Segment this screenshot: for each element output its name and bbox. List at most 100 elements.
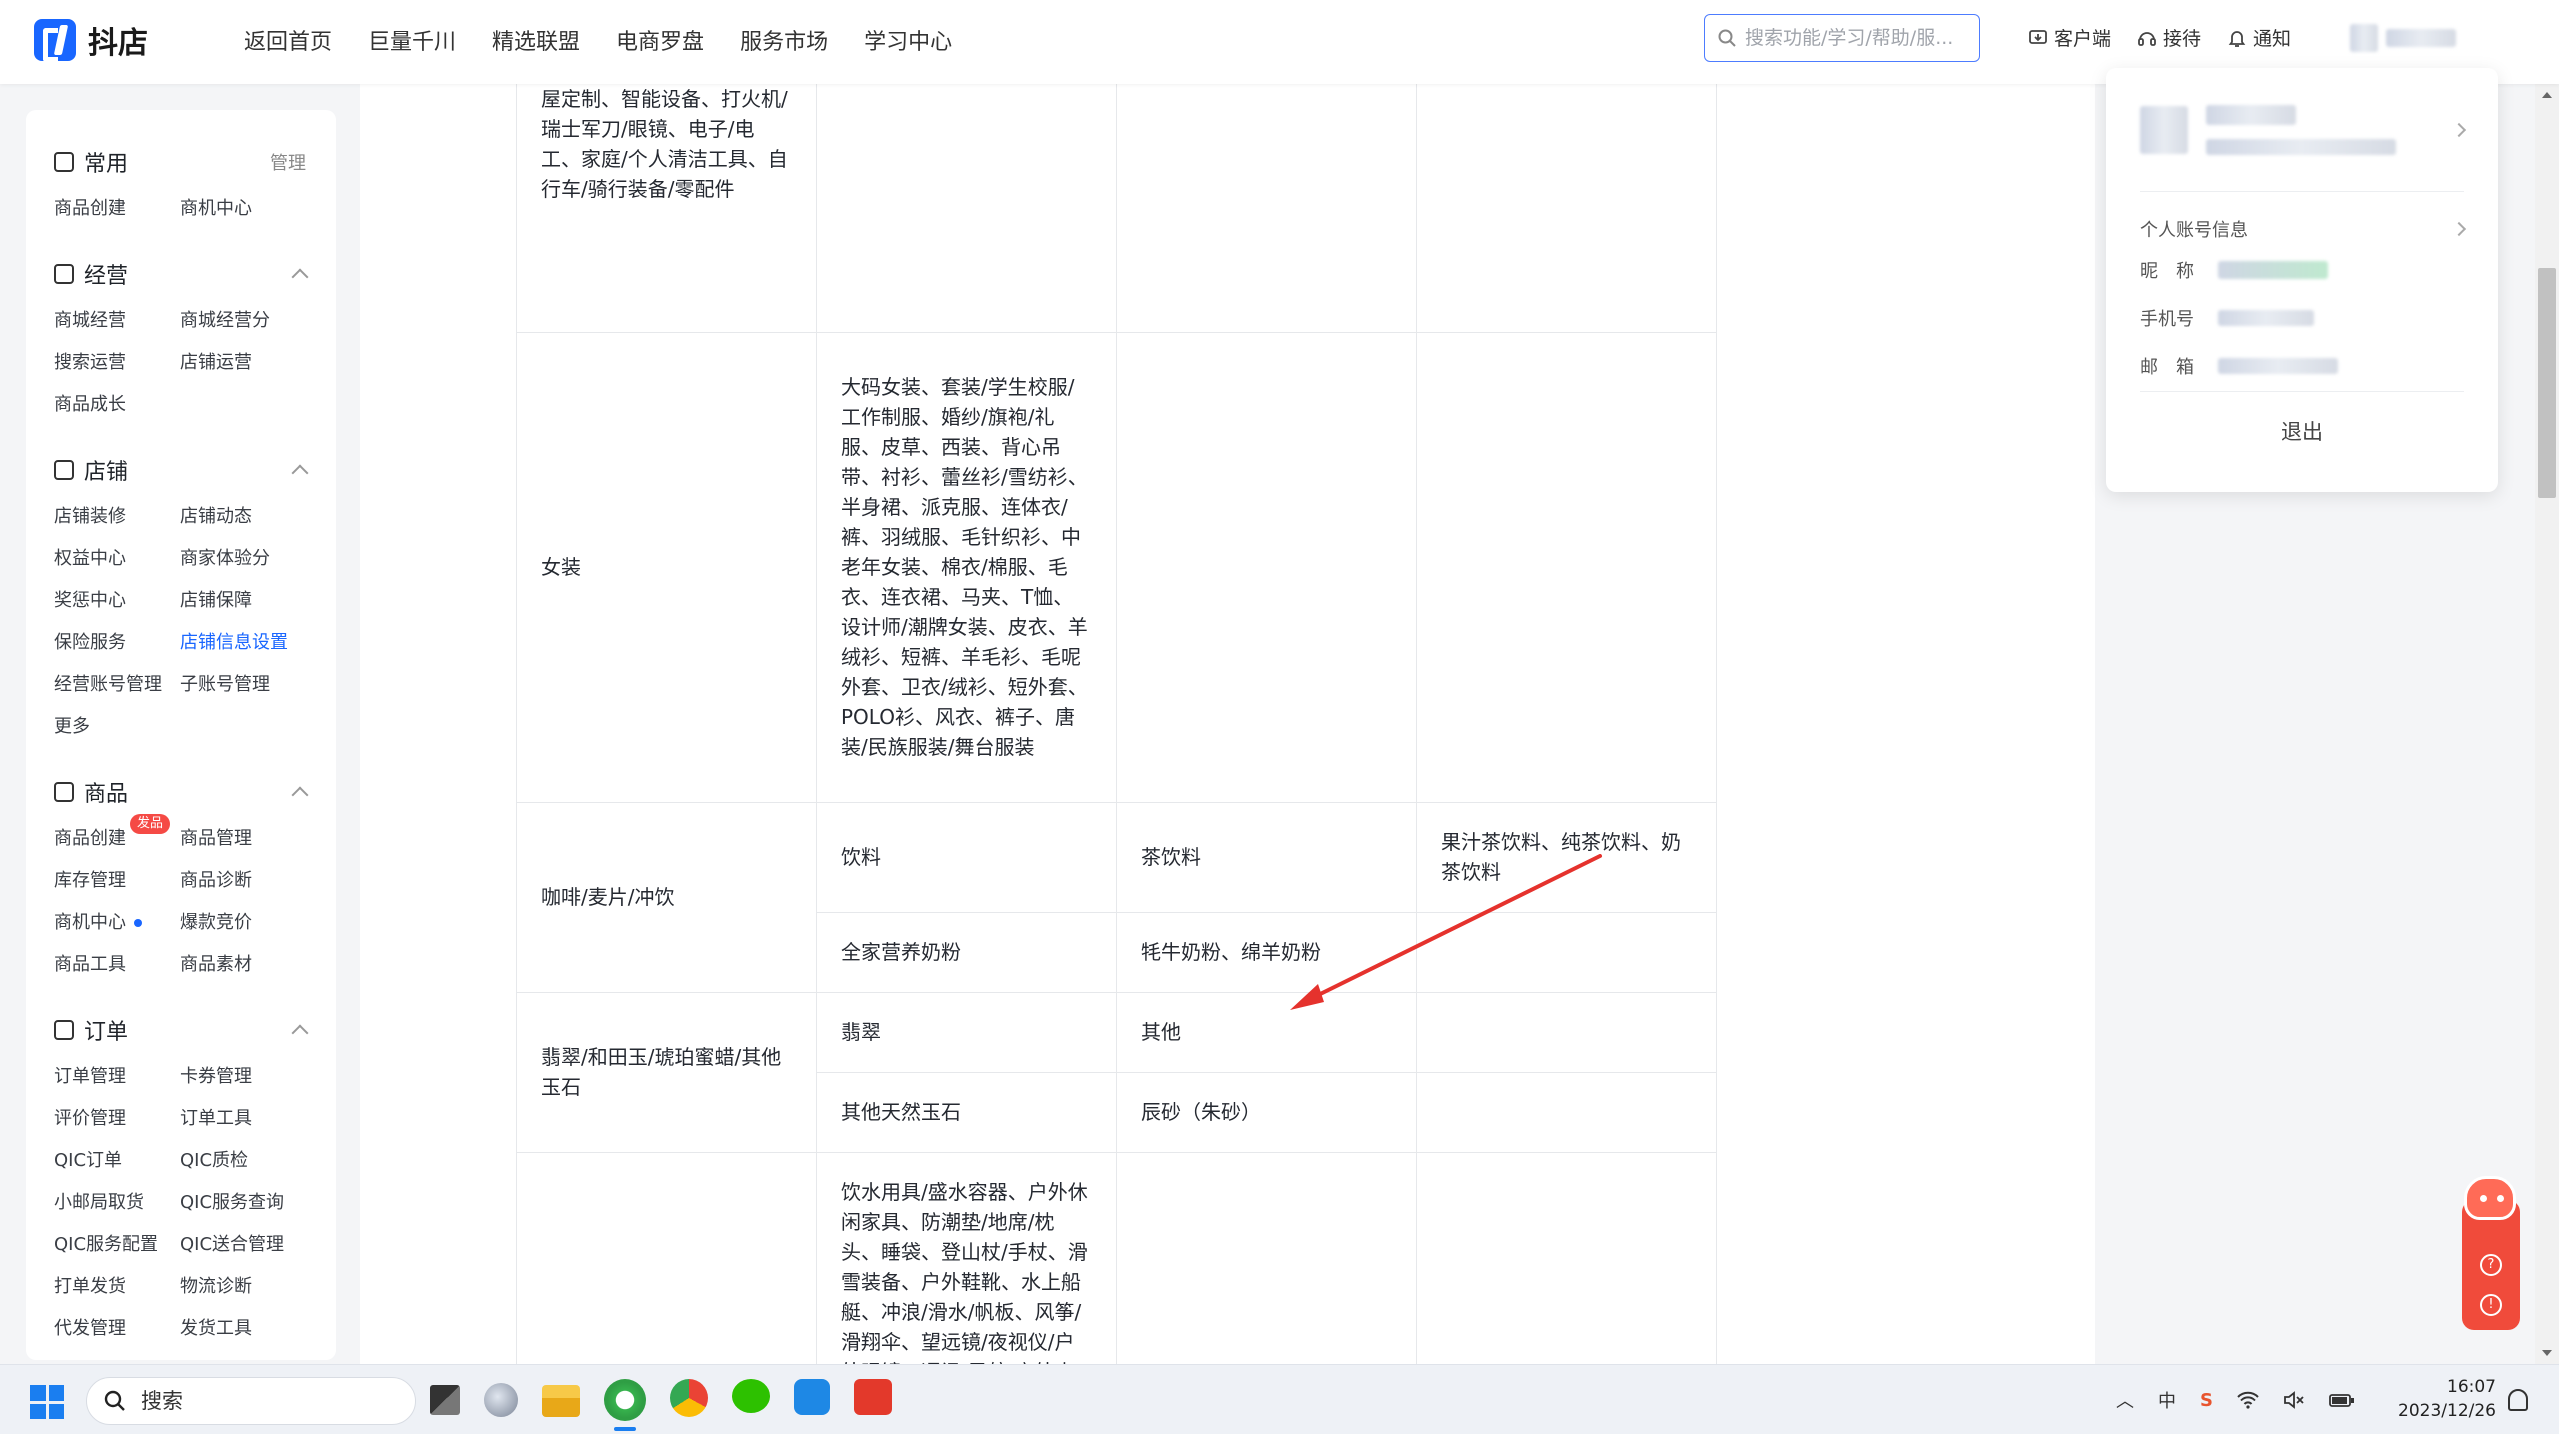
volume-mute-icon[interactable] [2283, 1391, 2305, 1409]
edge-icon[interactable] [484, 1383, 518, 1417]
sidebar-item[interactable]: 经营账号管理 [54, 664, 180, 706]
sidebar-item[interactable]: 商品工具 [54, 944, 180, 986]
account-popover: 个人账号信息 昵 称 手机号 邮 箱 退出 [2106, 68, 2498, 492]
sidebar-item[interactable]: 库存管理 [54, 860, 180, 902]
sidebar-item[interactable]: 订单工具 [180, 1098, 330, 1140]
vertical-scrollbar[interactable] [2535, 84, 2559, 1364]
feedback-icon[interactable]: ! [2480, 1294, 2502, 1316]
chevron-up-icon[interactable]: ︿ [2116, 1387, 2134, 1413]
file-explorer-icon[interactable] [542, 1385, 580, 1417]
scroll-up-icon[interactable] [2542, 92, 2552, 98]
sidebar-item[interactable]: 店铺保障 [180, 580, 330, 622]
sidebar-item[interactable]: QIC服务配置 [54, 1224, 180, 1266]
taskbar-search[interactable] [86, 1377, 416, 1425]
sidebar-item[interactable]: 店铺动态 [180, 496, 330, 538]
table-cell: 其他天然玉石 [816, 1072, 1117, 1153]
ime-indicator[interactable]: 中 [2158, 1387, 2176, 1413]
ie-browser-icon[interactable] [604, 1379, 646, 1431]
sidebar-item[interactable]: 商品管理 [180, 818, 330, 860]
sidebar-item-product-create[interactable]: 商品创建 [54, 188, 180, 230]
sidebar-item[interactable]: 订单管理 [54, 1056, 180, 1098]
main-content: 屋定制、智能设备、打火机/瑞士军刀/眼镜、电子/电工、家庭/个人清洁工具、自行车… [360, 84, 2095, 1364]
sidebar-item[interactable]: 商品素材 [180, 944, 330, 986]
wifi-icon[interactable] [2237, 1391, 2259, 1409]
sidebar-item[interactable]: 评价管理 [54, 1098, 180, 1140]
sidebar-item[interactable]: 商城经营 [54, 300, 180, 342]
clock[interactable]: 16:07 2023/12/26 [2396, 1375, 2496, 1423]
account-menu[interactable] [2350, 22, 2468, 54]
sidebar-item[interactable]: 爆款竞价 [180, 902, 330, 944]
sidebar-item[interactable]: QIC质检 [180, 1140, 330, 1182]
client-download-button[interactable]: 客户端 [2028, 24, 2111, 51]
sidebar-item-more[interactable]: 更多 [54, 706, 180, 748]
section-header[interactable]: 商品 [26, 774, 336, 810]
nav-home[interactable]: 返回首页 [244, 24, 332, 56]
sidebar-item[interactable]: 物流诊断 [180, 1266, 330, 1308]
table-cell: 屋定制、智能设备、打火机/瑞士军刀/眼镜、电子/电工、家庭/个人清洁工具、自行车… [516, 84, 817, 333]
feishu-icon[interactable] [794, 1379, 830, 1415]
sidebar-item[interactable]: 商城经营分 [180, 300, 330, 342]
sidebar-item[interactable]: 商品成长 [54, 384, 180, 426]
section-header[interactable]: 经营 [26, 256, 336, 292]
manage-link[interactable]: 管理 [270, 149, 306, 175]
sidebar-item[interactable]: 代发管理 [54, 1308, 180, 1350]
wechat-icon[interactable] [732, 1379, 770, 1413]
chevron-up-icon[interactable] [291, 464, 309, 482]
chevron-up-icon[interactable] [291, 268, 309, 286]
sidebar-item[interactable]: QIC送合管理 [180, 1224, 330, 1266]
sidebar-item[interactable]: QIC服务查询 [180, 1182, 330, 1224]
sidebar-item-opportunity[interactable]: 商机中心 [180, 188, 330, 230]
sidebar-item[interactable]: QIC订单 [54, 1140, 180, 1182]
sidebar-item-opportunity[interactable]: 商机中心 [54, 902, 180, 944]
taskbar-search-input[interactable] [141, 1389, 391, 1413]
search-icon [1718, 29, 1736, 47]
nav-compass[interactable]: 电商罗盘 [616, 24, 704, 56]
reception-button[interactable]: 接待 [2137, 24, 2201, 51]
personal-account-link[interactable]: 个人账号信息 [2140, 212, 2467, 246]
brand-logo[interactable]: 抖店 [34, 18, 148, 62]
sidebar-item-product-create[interactable]: 商品创建 发品 [54, 814, 180, 860]
sidebar-item[interactable]: 保险服务 [54, 622, 180, 664]
sidebar-item[interactable]: 小邮局取货 [54, 1182, 180, 1224]
table-cell: 大码女装、套装/学生校服/工作制服、婚纱/旗袍/礼服、皮草、西装、背心吊带、衬衫… [816, 332, 1117, 803]
floating-assistant[interactable]: ? ! [2462, 1176, 2520, 1330]
search-input[interactable] [1745, 27, 1965, 49]
chrome-icon[interactable] [670, 1379, 708, 1417]
wps-icon[interactable] [854, 1379, 892, 1415]
sidebar-item[interactable]: 发货工具 [180, 1308, 330, 1350]
table-cell: 饮料 [816, 802, 1117, 913]
sidebar-item[interactable]: 商品诊断 [180, 860, 330, 902]
sogou-icon[interactable]: S [2200, 1390, 2213, 1411]
section-header[interactable]: 订单 [26, 1012, 336, 1048]
logout-button[interactable]: 退出 [2140, 392, 2464, 472]
scroll-down-icon[interactable] [2542, 1350, 2552, 1356]
scroll-thumb[interactable] [2538, 268, 2556, 498]
sidebar-item[interactable]: 打单发货 [54, 1266, 180, 1308]
notification-button[interactable]: 通知 [2227, 24, 2291, 51]
sidebar-item[interactable]: 搜索运营 [54, 342, 180, 384]
sidebar-item[interactable]: 子账号管理 [180, 664, 330, 706]
sidebar-item[interactable]: 店铺装修 [54, 496, 180, 538]
notification-bell-icon[interactable] [2508, 1389, 2528, 1411]
sidebar-item[interactable]: 奖惩中心 [54, 580, 180, 622]
windows-start-icon[interactable] [30, 1385, 64, 1419]
battery-icon[interactable] [2329, 1391, 2355, 1409]
nav-learning[interactable]: 学习中心 [864, 24, 952, 56]
account-header[interactable] [2140, 68, 2467, 192]
task-view-icon[interactable] [430, 1385, 460, 1415]
sidebar-item[interactable]: 卡券管理 [180, 1056, 330, 1098]
sidebar-item[interactable]: 权益中心 [54, 538, 180, 580]
sidebar-item-shop-info-active[interactable]: 店铺信息设置 [180, 622, 330, 664]
section-header[interactable]: 店铺 [26, 452, 336, 488]
nav-qianchuan[interactable]: 巨量千川 [368, 24, 456, 56]
chevron-up-icon[interactable] [291, 786, 309, 804]
clock-date: 2023/12/26 [2398, 1401, 2496, 1421]
sidebar-item[interactable]: 商家体验分 [180, 538, 330, 580]
section-title: 常用 [84, 152, 129, 177]
global-search[interactable] [1704, 14, 1980, 62]
chevron-up-icon[interactable] [291, 1024, 309, 1042]
nav-service-market[interactable]: 服务市场 [740, 24, 828, 56]
help-icon[interactable]: ? [2480, 1254, 2502, 1276]
sidebar-item[interactable]: 店铺运营 [180, 342, 330, 384]
nav-alliance[interactable]: 精选联盟 [492, 24, 580, 56]
